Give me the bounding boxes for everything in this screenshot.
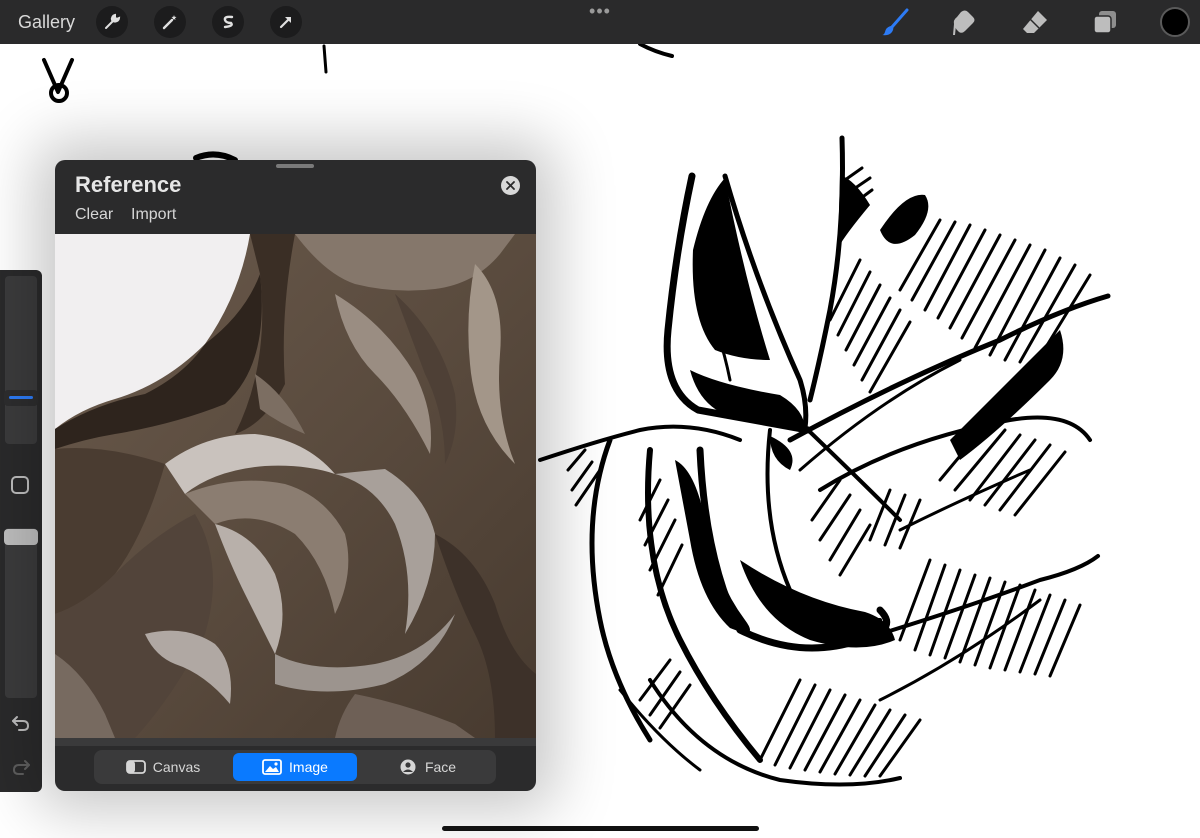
adjustments-button[interactable] bbox=[154, 6, 186, 38]
eraser-icon bbox=[1023, 11, 1047, 33]
redo-icon[interactable] bbox=[10, 756, 32, 778]
reference-mode-tabs: Canvas Image Face bbox=[94, 750, 496, 784]
reference-image bbox=[55, 234, 536, 738]
brush-tool-button[interactable] bbox=[880, 7, 910, 37]
smudge-icon bbox=[953, 10, 975, 35]
image-icon bbox=[262, 759, 282, 775]
selection-icon bbox=[223, 15, 234, 29]
color-picker-button[interactable] bbox=[1160, 7, 1190, 37]
tab-image-label: Image bbox=[289, 759, 328, 775]
transform-button[interactable] bbox=[270, 6, 302, 38]
layers-button[interactable] bbox=[1090, 7, 1120, 37]
procreate-app: Gallery ••• Reference Clear Import Canva… bbox=[0, 0, 1200, 838]
panel-grabber[interactable] bbox=[276, 164, 314, 168]
top-toolbar: Gallery ••• bbox=[0, 0, 1200, 44]
actions-button[interactable] bbox=[96, 6, 128, 38]
wrench-icon bbox=[105, 13, 121, 29]
undo-icon[interactable] bbox=[10, 712, 32, 734]
tab-image[interactable]: Image bbox=[233, 753, 357, 781]
left-sidebar bbox=[0, 270, 42, 792]
opacity-slider[interactable] bbox=[5, 528, 37, 698]
brush-size-slider[interactable] bbox=[5, 276, 37, 444]
import-button[interactable]: Import bbox=[131, 205, 176, 225]
more-options-icon[interactable]: ••• bbox=[589, 2, 611, 20]
tab-face[interactable]: Face bbox=[361, 753, 493, 781]
brush-icon bbox=[882, 8, 909, 36]
reference-panel[interactable]: Reference Clear Import Canvas Image Face bbox=[55, 160, 536, 791]
reference-title: Reference bbox=[75, 172, 182, 197]
canvas-icon bbox=[125, 760, 146, 774]
gallery-button[interactable]: Gallery bbox=[18, 11, 75, 33]
clear-button[interactable]: Clear bbox=[75, 205, 113, 225]
layers-icon bbox=[1093, 11, 1116, 34]
brush-size-thumb[interactable] bbox=[4, 390, 38, 406]
smudge-tool-button[interactable] bbox=[950, 7, 980, 37]
opacity-thumb[interactable] bbox=[4, 529, 38, 545]
close-reference-button[interactable] bbox=[501, 176, 520, 195]
tab-canvas[interactable]: Canvas bbox=[97, 753, 229, 781]
home-indicator[interactable] bbox=[442, 826, 759, 831]
tab-canvas-label: Canvas bbox=[152, 759, 201, 775]
face-icon bbox=[400, 759, 416, 775]
close-icon bbox=[506, 181, 515, 190]
eraser-tool-button[interactable] bbox=[1020, 7, 1050, 37]
panel-divider bbox=[55, 738, 536, 746]
selection-button[interactable] bbox=[212, 6, 244, 38]
modify-button[interactable] bbox=[11, 476, 29, 494]
tab-face-label: Face bbox=[424, 759, 457, 775]
transform-arrow-icon bbox=[279, 17, 291, 29]
magic-wand-icon bbox=[162, 15, 177, 30]
